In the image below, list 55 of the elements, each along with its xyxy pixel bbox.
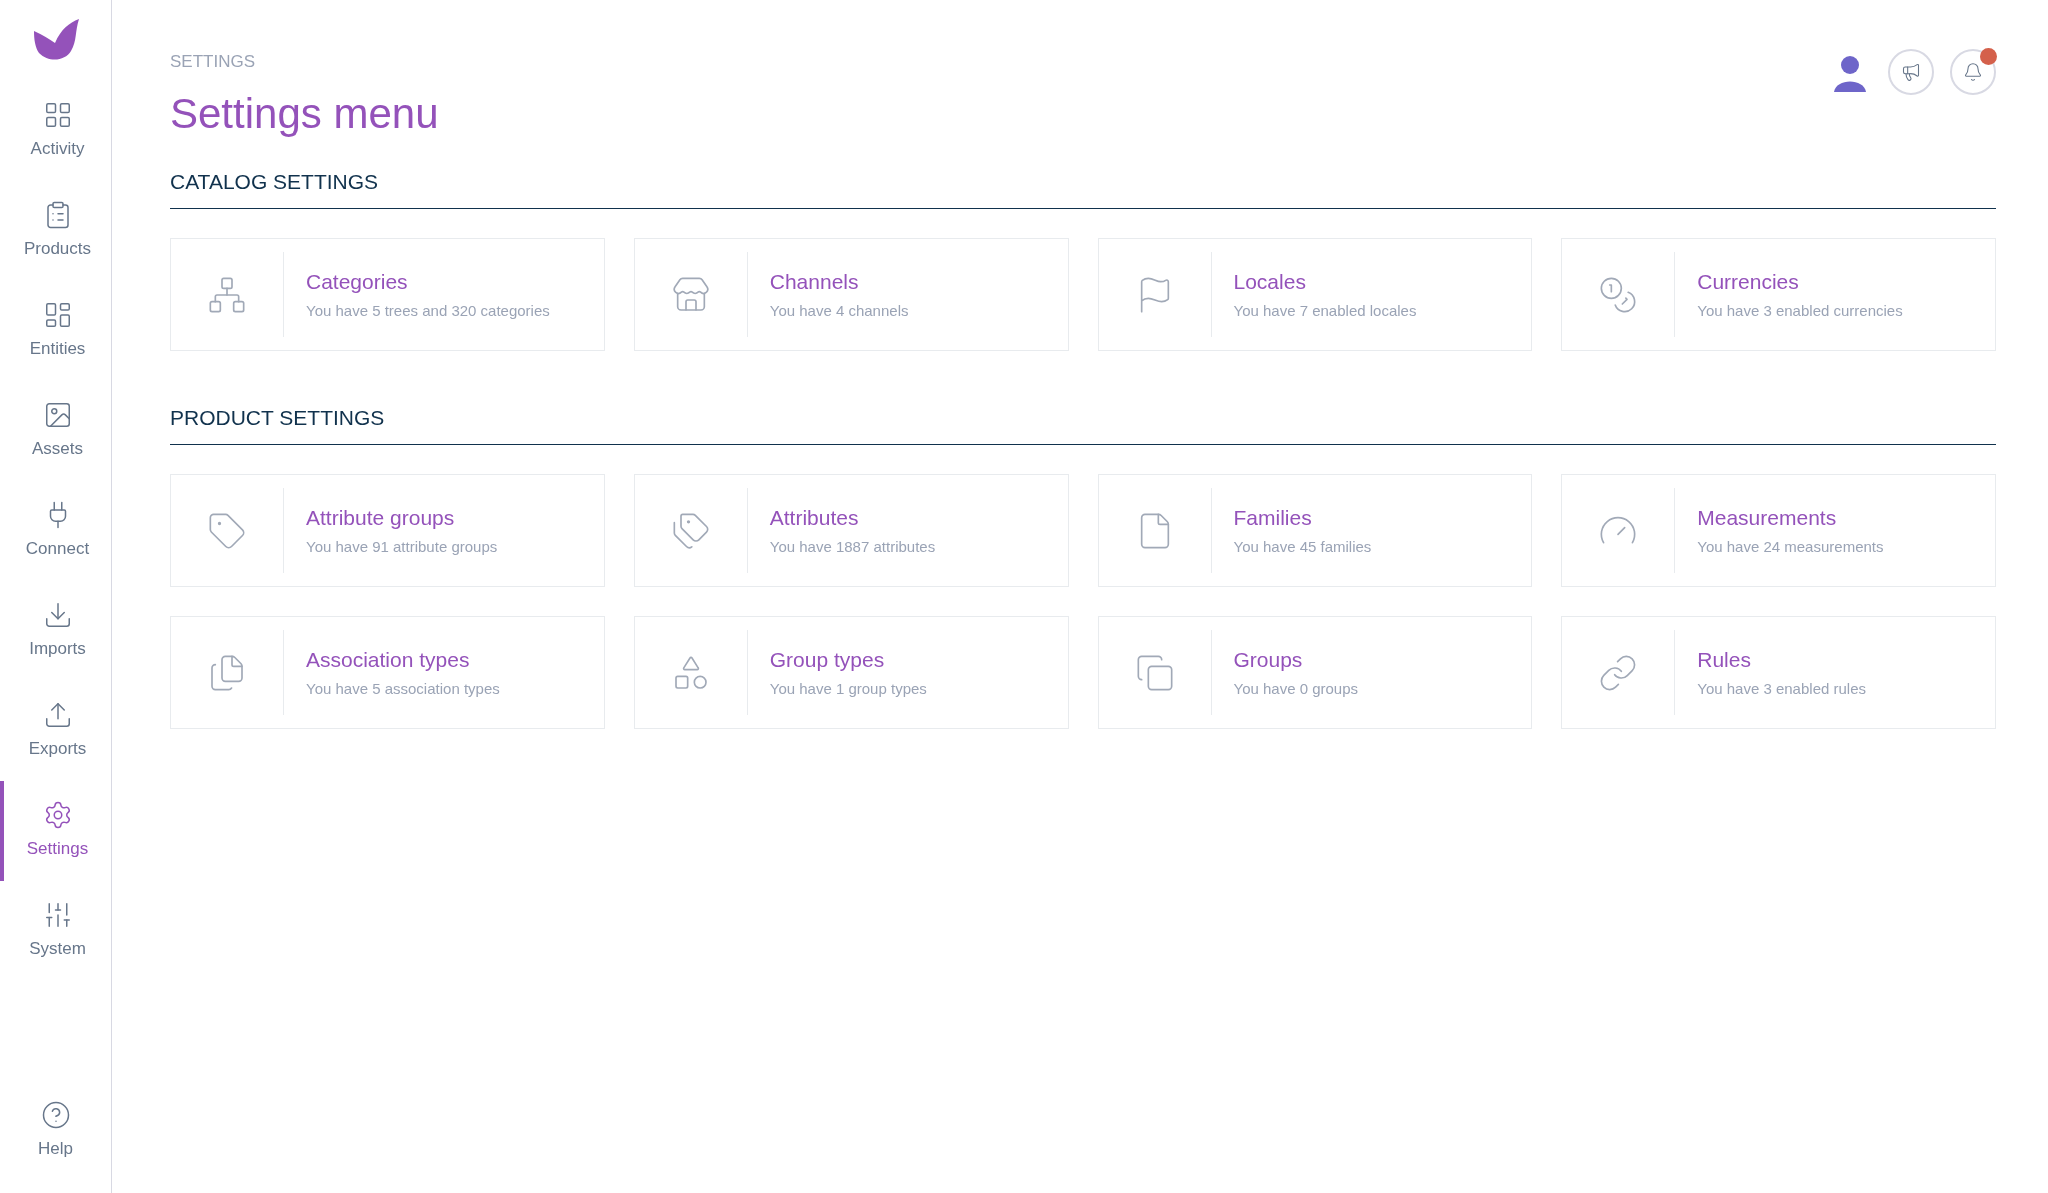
card-description: You have 24 measurements <box>1697 537 1884 556</box>
bell-icon <box>1963 62 1983 82</box>
section-heading: CATALOG SETTINGS <box>170 170 1996 209</box>
breadcrumb: SETTINGS <box>170 52 256 72</box>
settings-card[interactable]: Categories You have 5 trees and 320 categories <box>170 238 605 351</box>
settings-card[interactable]: Association types You have 5 association types <box>170 616 605 729</box>
card-description: You have 3 enabled currencies <box>1697 301 1903 320</box>
card-description: You have 5 trees and 320 categories <box>306 301 550 320</box>
card-description: You have 4 channels <box>769 301 909 320</box>
nav-item[interactable]: Entities <box>0 281 111 381</box>
settings-card[interactable]: Attributes You have 1887 attributes <box>633 474 1069 587</box>
card-description: You have 7 enabled locales <box>1233 301 1417 320</box>
card-title: Group types <box>769 647 886 672</box>
card-title: Currencies <box>1697 269 1800 294</box>
settings-card[interactable]: Group types You have 1 group types <box>633 616 1069 729</box>
megaphone-icon <box>1901 62 1921 82</box>
card-title: Categories <box>306 269 409 294</box>
nav-item[interactable]: Products <box>0 181 111 281</box>
settings-card[interactable]: Groups You have 0 groups <box>1097 616 1533 729</box>
nav-item[interactable]: Imports <box>0 581 111 681</box>
card-title: Channels <box>769 269 860 294</box>
announcements-button[interactable] <box>1888 49 1934 95</box>
nav-item[interactable]: Settings <box>0 781 111 881</box>
card-title: Attribute groups <box>306 505 456 530</box>
notifications-button[interactable] <box>1950 49 1996 95</box>
card-description: You have 45 families <box>1233 537 1372 556</box>
nav-item[interactable]: Connect <box>0 481 111 581</box>
card-title: Groups <box>1233 647 1304 672</box>
card-title: Association types <box>306 647 471 672</box>
card-title: Attributes <box>769 505 860 530</box>
settings-card[interactable]: Channels You have 4 channels <box>633 238 1069 351</box>
card-description: You have 1 group types <box>769 679 927 698</box>
card-description: You have 5 association types <box>306 679 500 698</box>
page-title: Settings menu <box>170 90 439 138</box>
nav-item[interactable]: System <box>0 881 111 981</box>
card-description: You have 0 groups <box>1233 679 1359 698</box>
card-description: You have 1887 attributes <box>769 537 936 556</box>
settings-card[interactable]: Locales You have 7 enabled locales <box>1097 238 1533 351</box>
settings-card[interactable]: Families You have 45 families <box>1097 474 1533 587</box>
card-title: Families <box>1233 505 1313 530</box>
nav-item[interactable]: Activity <box>0 81 111 181</box>
card-description: You have 91 attribute groups <box>306 537 498 556</box>
nav-item[interactable]: Exports <box>0 681 111 781</box>
help-button[interactable]: Help <box>0 1081 111 1181</box>
section-heading: PRODUCT SETTINGS <box>170 406 1996 445</box>
settings-card[interactable]: Measurements You have 24 measurements <box>1561 474 1996 587</box>
card-title: Locales <box>1233 269 1307 294</box>
settings-card[interactable]: Rules You have 3 enabled rules <box>1561 616 1996 729</box>
nav-item[interactable]: Assets <box>0 381 111 481</box>
card-description: You have 3 enabled rules <box>1697 679 1866 698</box>
help-icon <box>40 1100 71 1131</box>
settings-card[interactable]: Attribute groups You have 91 attribute groups <box>170 474 605 587</box>
card-title: Rules <box>1697 647 1752 672</box>
settings-card[interactable]: Currencies You have 3 enabled currencies <box>1561 238 1996 351</box>
card-title: Measurements <box>1697 505 1838 530</box>
